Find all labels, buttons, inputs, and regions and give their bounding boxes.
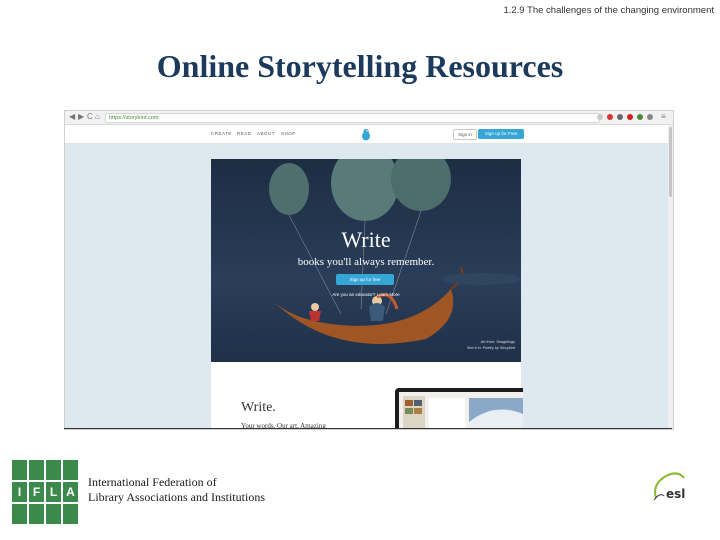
extension-green-icon[interactable] xyxy=(637,114,643,120)
extension-gray-icon[interactable] xyxy=(617,114,623,120)
extension-red-icon[interactable] xyxy=(607,114,613,120)
storybird-logo-icon[interactable] xyxy=(361,128,371,141)
org-name-line: Library Associations and Institutions xyxy=(88,490,265,504)
ifla-letter: L xyxy=(49,485,58,499)
ifla-letter: A xyxy=(66,485,75,499)
ifla-letter: I xyxy=(17,485,22,499)
hero-subtitle: books you'll always remember. xyxy=(297,256,435,268)
hero-sign-up-button[interactable]: Sign up for free xyxy=(336,274,394,285)
nav-shop[interactable]: SHOP xyxy=(281,131,296,136)
educator-link[interactable]: Are you an educator? Learn More xyxy=(211,292,521,297)
scrollbar-thumb[interactable] xyxy=(669,127,672,197)
home-icon[interactable]: ⌂ xyxy=(95,112,100,121)
nav-about[interactable]: ABOUT xyxy=(257,131,275,136)
extension-icon[interactable] xyxy=(647,114,653,120)
back-icon[interactable]: ◀ xyxy=(69,112,75,121)
hero-title: Write xyxy=(341,227,391,252)
ifla-logo: I F L A xyxy=(12,460,78,530)
hero-banner: Write books you'll always remember. Sign… xyxy=(211,159,521,362)
org-name-line: International Federation of xyxy=(88,475,217,489)
browser-toolbar: ◀ ▶ C ⌂ https://storybird.com ≡ xyxy=(65,111,673,125)
sign-up-button[interactable]: Sign up for Free xyxy=(478,129,524,139)
laptop-screen xyxy=(399,392,523,429)
esl-logo-text: esl xyxy=(666,487,685,501)
nav-read[interactable]: READ xyxy=(237,131,252,136)
slide-title: Online Storytelling Resources xyxy=(156,48,564,84)
browser-screenshot: ◀ ▶ C ⌂ https://storybird.com ≡ CREATE R… xyxy=(64,110,674,430)
art-credit-line: See it in: Poetry by Storybird xyxy=(466,346,515,350)
art-credit: Art from: Seagirlings See it in: Poetry … xyxy=(467,339,515,351)
address-bar[interactable]: https://storybird.com xyxy=(105,113,600,123)
menu-icon[interactable]: ≡ xyxy=(661,112,666,121)
sign-in-button[interactable]: Sign in xyxy=(453,129,477,140)
extension-stop-icon[interactable] xyxy=(627,114,633,120)
laptop-image xyxy=(395,388,523,429)
write-section: Write. Your words. Our art. Amazing xyxy=(211,362,523,429)
slide-header-note: 1.2.9 The challenges of the changing env… xyxy=(503,5,714,16)
nav-create[interactable]: CREATE xyxy=(211,131,232,136)
ifla-letter: F xyxy=(32,485,41,499)
ifla-organization-name: International Federation of Library Asso… xyxy=(88,475,265,505)
footer-divider xyxy=(64,428,672,429)
write-heading: Write. xyxy=(241,400,276,415)
forward-icon[interactable]: ▶ xyxy=(78,112,84,121)
star-icon[interactable] xyxy=(597,114,603,120)
reload-icon[interactable]: C xyxy=(87,112,93,121)
site-header: CREATE READ ABOUT SHOP Sign in Sign up f… xyxy=(65,125,673,144)
esl-logo-icon: esl xyxy=(653,472,685,501)
laptop-screen-content xyxy=(403,396,523,429)
